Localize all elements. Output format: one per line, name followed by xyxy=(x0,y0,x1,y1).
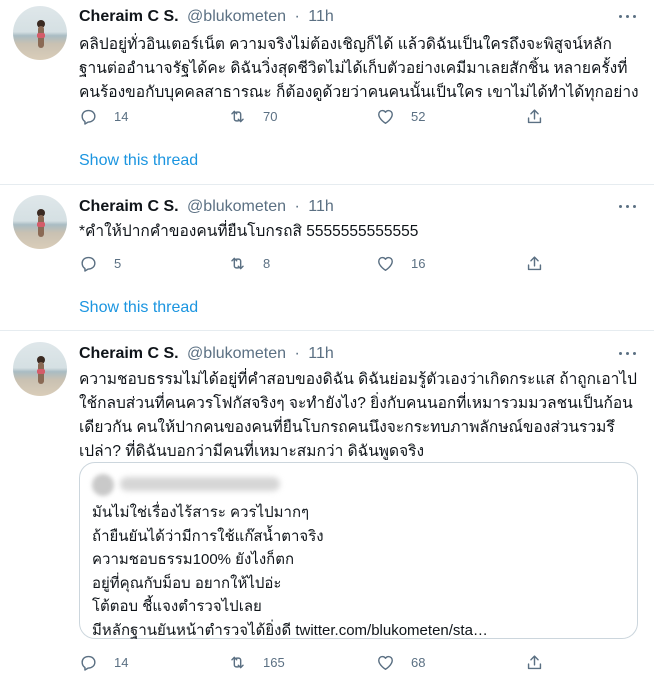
tweet-text: คลิปอยู่ทั่วอินเตอร์เน็ต ความจริงไม่ต้อง… xyxy=(79,33,639,105)
reply-icon xyxy=(81,655,96,671)
user-handle[interactable]: @blukometen xyxy=(187,8,286,25)
share-button[interactable] xyxy=(525,651,544,673)
display-name[interactable]: Cheraim C S. xyxy=(79,198,179,215)
quoted-text-line: มันไม่ใช่เรื่องไร้สาระ ควรไปมากๆ xyxy=(92,504,310,521)
reply-icon xyxy=(81,109,96,125)
tweet[interactable]: Cheraim C S. @blukometen · 11h คลิปอยู่ท… xyxy=(0,0,654,184)
tweet-header: Cheraim C S. @blukometen · 11h xyxy=(79,345,334,365)
quoted-author-blurred xyxy=(120,477,280,491)
retweet-icon xyxy=(231,257,244,269)
timestamp[interactable]: 11h xyxy=(308,345,334,362)
avatar[interactable] xyxy=(13,6,67,60)
share-icon xyxy=(527,255,542,270)
tweet-text-line: เดียวกัน คนให้ปากคนของคนที่ยืนโบกรถคนนึง… xyxy=(79,419,615,436)
heart-icon xyxy=(378,256,393,271)
tweet-header: Cheraim C S. @blukometen · 11h xyxy=(79,198,334,218)
reply-button[interactable]: 14 xyxy=(79,105,128,127)
quoted-text-line: โต้ตอบ ชี้แจงตำรวจไปเลย xyxy=(92,598,262,615)
tweet-actions: 5 8 16 xyxy=(79,252,559,274)
heart-icon xyxy=(378,109,393,124)
share-icon xyxy=(527,654,542,669)
tweet-text-line: เปล่า? ที่ดิฉันบอกว่ามีคนที่เหมาะสมกว่า … xyxy=(79,443,425,460)
user-handle[interactable]: @blukometen xyxy=(187,198,286,215)
tweet-text-line: คลิปอยู่ทั่วอินเตอร์เน็ต ความจริงไม่ต้อง… xyxy=(79,36,612,53)
like-button[interactable]: 52 xyxy=(376,105,425,127)
reply-button[interactable]: 5 xyxy=(79,252,121,274)
avatar[interactable] xyxy=(13,195,67,249)
quoted-tweet[interactable]: มันไม่ใช่เรื่องไร้สาระ ควรไปมากๆ ถ้ายืนย… xyxy=(79,462,638,639)
share-button[interactable] xyxy=(525,105,544,127)
show-thread-link[interactable]: Show this thread xyxy=(79,299,198,317)
retweet-count: 165 xyxy=(263,654,285,670)
quoted-text-line: อยู่ที่คุณกับม็อบ อยากให้ไปอ่ะ xyxy=(92,574,282,592)
quoted-text-line: ถ้ายืนยันได้ว่ามีการใช้แก๊สน้ำตาจริง xyxy=(92,527,324,545)
separator: · xyxy=(294,8,300,25)
tweet-text-line: ความชอบธรรมไม่ได้อยู่ที่คำสอบของดิฉัน ดิ… xyxy=(79,371,637,388)
share-icon xyxy=(527,108,542,123)
tweet[interactable]: Cheraim C S. @blukometen · 11h *คำให้ปาก… xyxy=(0,185,654,330)
display-name[interactable]: Cheraim C S. xyxy=(79,345,179,362)
like-count: 68 xyxy=(411,654,426,670)
tweet-text-line: ฐานต่ออำนาจรัฐได้คะ ดิฉันวิ่งสุดชีวิตไม่… xyxy=(79,60,628,77)
quoted-avatar-blurred xyxy=(92,474,114,496)
reply-count: 14 xyxy=(114,654,129,670)
avatar-figure-suit xyxy=(37,369,45,374)
tweet-text-line: ใช้กลบส่วนที่คนควรโฟกัสจริงๆ จะทำยังไง? … xyxy=(79,395,633,412)
tweet-text: *คำให้ปากคำของคนที่ยืนโบกรถสิ 5555555555… xyxy=(79,220,639,244)
reply-count: 14 xyxy=(114,108,129,124)
tweet-text: ความชอบธรรมไม่ได้อยู่ที่คำสอบของดิฉัน ดิ… xyxy=(79,368,639,464)
user-handle[interactable]: @blukometen xyxy=(187,345,286,362)
quoted-tweet-text: มันไม่ใช่เรื่องไร้สาระ ควรไปมากๆ ถ้ายืนย… xyxy=(92,501,627,642)
more-icon[interactable] xyxy=(618,196,638,216)
tweet-text-line: คนร้องขอกับบุคคลสาธารณะ ก็ต้องดูด้วยว่าค… xyxy=(79,84,639,101)
quoted-text-line: มีหลักฐานยันหน้าตำรวจได้ยิ่งดี twitter.c… xyxy=(92,621,488,639)
reply-icon xyxy=(81,256,96,272)
retweet-button[interactable]: 8 xyxy=(228,252,270,274)
avatar-figure-suit xyxy=(37,222,45,227)
like-count: 52 xyxy=(411,108,426,124)
tweet-actions: 14 70 52 xyxy=(79,105,559,127)
like-button[interactable]: 16 xyxy=(376,252,425,274)
quoted-text-line: ความชอบธรรม100% ยังไงก็ตก xyxy=(92,551,295,568)
like-count: 16 xyxy=(411,255,426,271)
reply-button[interactable]: 14 xyxy=(79,651,128,673)
tweet-text-line: *คำให้ปากคำของคนที่ยืนโบกรถสิ 5555555555… xyxy=(79,223,419,240)
retweet-icon xyxy=(231,110,244,122)
separator: · xyxy=(294,198,300,215)
avatar-figure-suit xyxy=(37,33,45,38)
separator: · xyxy=(294,345,300,362)
like-button[interactable]: 68 xyxy=(376,651,425,673)
avatar[interactable] xyxy=(13,342,67,396)
display-name[interactable]: Cheraim C S. xyxy=(79,8,179,25)
retweet-icon xyxy=(231,656,244,668)
more-icon[interactable] xyxy=(618,6,638,26)
retweet-count: 70 xyxy=(263,108,278,124)
heart-icon xyxy=(378,655,393,670)
tweet-actions: 14 165 68 xyxy=(79,651,559,673)
share-button[interactable] xyxy=(525,252,544,274)
tweet-header: Cheraim C S. @blukometen · 11h xyxy=(79,8,334,28)
reply-count: 5 xyxy=(114,255,122,271)
show-thread-link[interactable]: Show this thread xyxy=(79,152,198,170)
retweet-button[interactable]: 165 xyxy=(228,651,285,673)
retweet-count: 8 xyxy=(263,255,271,271)
timestamp[interactable]: 11h xyxy=(308,8,334,25)
timestamp[interactable]: 11h xyxy=(308,198,334,215)
more-icon[interactable] xyxy=(618,343,638,363)
retweet-button[interactable]: 70 xyxy=(228,105,277,127)
